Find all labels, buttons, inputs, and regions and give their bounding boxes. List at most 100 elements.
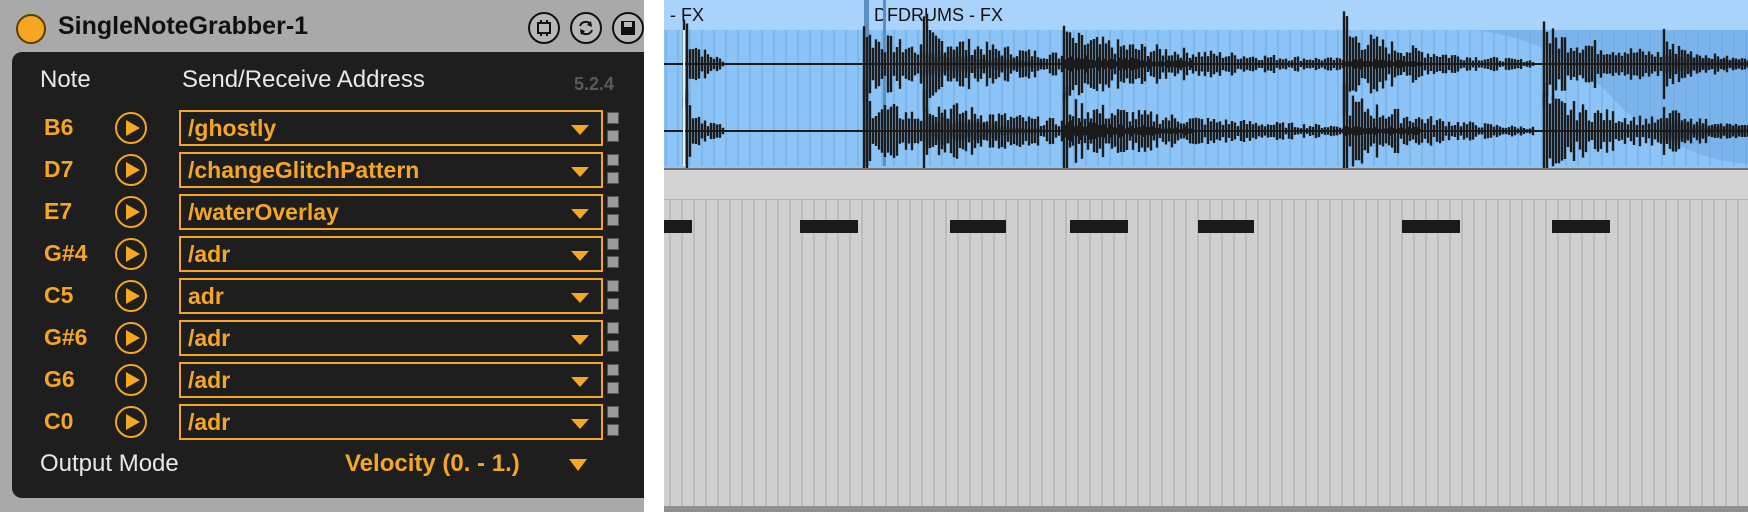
track-divider — [664, 168, 1748, 200]
note-row: D7 /changeGlitchPattern — [12, 150, 644, 190]
refresh-icon[interactable] — [570, 12, 602, 44]
led-indicator — [607, 256, 619, 268]
arrangement-view[interactable]: - FX DF DRUMS - FX — [664, 0, 1748, 512]
led-indicator — [607, 298, 619, 310]
led-indicator — [607, 364, 619, 376]
led-indicator — [607, 424, 619, 436]
play-icon — [125, 246, 140, 262]
led-indicator — [607, 382, 619, 394]
address-dropdown[interactable]: /adr — [179, 362, 603, 398]
note-column-header: Note — [40, 66, 91, 93]
save-icon[interactable] — [612, 12, 644, 44]
address-dropdown[interactable]: /ghostly — [179, 110, 603, 146]
address-value: /adr — [188, 325, 231, 351]
midi-note — [950, 220, 1006, 233]
address-value: adr — [188, 283, 224, 309]
chevron-down-icon — [571, 251, 589, 261]
device-bottom-edge — [0, 498, 644, 512]
midi-note — [800, 220, 858, 233]
lane-bottom-border — [664, 506, 1748, 512]
address-value: /adr — [188, 367, 231, 393]
address-dropdown[interactable]: adr — [179, 278, 603, 314]
midi-note — [1552, 220, 1610, 233]
address-dropdown[interactable]: /waterOverlay — [179, 194, 603, 230]
device-panel: SingleNoteGrabber-1 Note Send/Receive Ad… — [0, 0, 644, 512]
note-row: C5 adr — [12, 276, 644, 316]
play-button[interactable] — [115, 196, 147, 228]
device-title-bar[interactable]: SingleNoteGrabber-1 — [0, 0, 644, 52]
chevron-down-icon — [571, 209, 589, 219]
chevron-down-icon — [571, 125, 589, 135]
note-row: G6 /adr — [12, 360, 644, 400]
chevron-down-icon — [571, 335, 589, 345]
led-indicator — [607, 154, 619, 166]
chevron-down-icon[interactable] — [569, 459, 587, 471]
led-indicator — [607, 238, 619, 250]
play-icon — [125, 372, 140, 388]
led-indicator — [607, 196, 619, 208]
play-button[interactable] — [115, 364, 147, 396]
play-icon — [125, 204, 140, 220]
note-label: C5 — [44, 282, 74, 308]
output-mode-dropdown[interactable]: Velocity (0. - 1.) — [345, 450, 520, 478]
address-dropdown[interactable]: /adr — [179, 320, 603, 356]
play-button[interactable] — [115, 280, 147, 312]
address-value: /ghostly — [188, 115, 277, 141]
led-indicator — [607, 322, 619, 334]
midi-note — [1402, 220, 1460, 233]
play-button[interactable] — [115, 238, 147, 270]
address-value: /adr — [188, 241, 231, 267]
address-value: /adr — [188, 409, 231, 435]
audio-clip-lane[interactable]: - FX DF DRUMS - FX — [664, 0, 1748, 168]
led-indicator — [607, 340, 619, 352]
fade-envelope — [1474, 30, 1748, 164]
address-dropdown[interactable]: /adr — [179, 236, 603, 272]
midi-clip-lane[interactable] — [664, 200, 1748, 512]
chevron-down-icon — [571, 419, 589, 429]
midi-note — [1070, 220, 1128, 233]
play-button[interactable] — [115, 322, 147, 354]
play-icon — [125, 288, 140, 304]
midi-note — [664, 220, 692, 233]
output-mode-label: Output Mode — [40, 450, 179, 477]
note-row: C0 /adr — [12, 402, 644, 442]
led-indicator — [607, 130, 619, 142]
chevron-down-icon — [571, 167, 589, 177]
play-icon — [125, 120, 140, 136]
note-label: G#4 — [44, 240, 88, 266]
address-dropdown[interactable]: /adr — [179, 404, 603, 440]
note-row: G#4 /adr — [12, 234, 644, 274]
note-row: G#6 /adr — [12, 318, 644, 358]
play-button[interactable] — [115, 406, 147, 438]
audio-waveform — [664, 0, 1748, 168]
note-label: G#6 — [44, 324, 88, 350]
device-power-button[interactable] — [16, 14, 46, 44]
version-label: 5.2.4 — [574, 74, 615, 94]
chevron-down-icon — [571, 293, 589, 303]
note-label: E7 — [44, 198, 73, 224]
play-icon — [125, 330, 140, 346]
device-title: SingleNoteGrabber-1 — [58, 12, 309, 40]
led-indicator — [607, 112, 619, 124]
led-indicator — [607, 280, 619, 292]
led-indicator — [607, 214, 619, 226]
chevron-down-icon — [571, 377, 589, 387]
play-button[interactable] — [115, 112, 147, 144]
note-label: C0 — [44, 408, 74, 434]
note-label: G6 — [44, 366, 75, 392]
midi-notes — [664, 200, 1739, 512]
waveform-burst — [1342, 82, 1535, 168]
note-row: E7 /waterOverlay — [12, 192, 644, 232]
led-indicator — [607, 406, 619, 418]
led-indicator — [607, 172, 619, 184]
address-dropdown[interactable]: /changeGlitchPattern — [179, 152, 603, 188]
freeze-icon[interactable] — [528, 12, 560, 44]
note-label: B6 — [44, 114, 74, 140]
device-body: Note Send/Receive Address 5.2.4 B6 /ghos… — [12, 52, 644, 498]
play-button[interactable] — [115, 154, 147, 186]
midi-note — [1198, 220, 1254, 233]
note-label: D7 — [44, 156, 74, 182]
play-icon — [125, 162, 140, 178]
address-value: /waterOverlay — [188, 199, 339, 225]
address-value: /changeGlitchPattern — [188, 157, 420, 183]
